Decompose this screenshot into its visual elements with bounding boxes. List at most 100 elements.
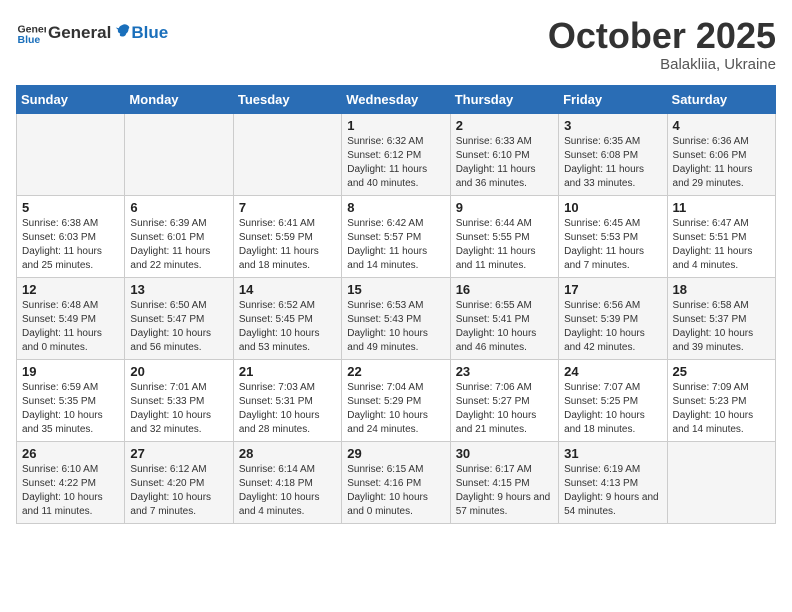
day-info-text: Sunrise: 6:53 AM Sunset: 5:43 PM Dayligh… xyxy=(347,299,444,355)
day-info-text: Sunrise: 6:33 AM Sunset: 6:10 PM Dayligh… xyxy=(456,135,553,191)
svg-text:Blue: Blue xyxy=(18,34,41,46)
day-info-text: Sunrise: 6:14 AM Sunset: 4:18 PM Dayligh… xyxy=(239,463,336,519)
day-number: 10 xyxy=(564,200,661,215)
calendar-cell: 3 Sunrise: 6:35 AM Sunset: 6:08 PM Daylig… xyxy=(559,113,667,195)
day-info-text: Sunrise: 6:42 AM Sunset: 5:57 PM Dayligh… xyxy=(347,217,444,273)
calendar-cell: 6 Sunrise: 6:39 AM Sunset: 6:01 PM Daylig… xyxy=(125,195,233,277)
calendar-cell: 18Sunrise: 6:58 AM Sunset: 5:37 PM Dayli… xyxy=(667,277,775,359)
day-info-text: Sunrise: 7:06 AM Sunset: 5:27 PM Dayligh… xyxy=(456,381,553,437)
day-number: 6 xyxy=(130,200,227,215)
day-number: 13 xyxy=(130,282,227,297)
calendar-cell: 24Sunrise: 7:07 AM Sunset: 5:25 PM Dayli… xyxy=(559,359,667,441)
day-info-text: Sunrise: 6:12 AM Sunset: 4:20 PM Dayligh… xyxy=(130,463,227,519)
day-number: 5 xyxy=(22,200,119,215)
calendar-cell: 30Sunrise: 6:17 AM Sunset: 4:15 PM Dayli… xyxy=(450,441,558,523)
calendar-cell: 2 Sunrise: 6:33 AM Sunset: 6:10 PM Daylig… xyxy=(450,113,558,195)
day-info-text: Sunrise: 6:47 AM Sunset: 5:51 PM Dayligh… xyxy=(673,217,770,273)
calendar-cell: 4 Sunrise: 6:36 AM Sunset: 6:06 PM Daylig… xyxy=(667,113,775,195)
day-info-text: Sunrise: 6:52 AM Sunset: 5:45 PM Dayligh… xyxy=(239,299,336,355)
weekday-header-row: SundayMondayTuesdayWednesdayThursdayFrid… xyxy=(17,85,776,113)
day-number: 17 xyxy=(564,282,661,297)
day-number: 9 xyxy=(456,200,553,215)
weekday-header-friday: Friday xyxy=(559,85,667,113)
day-number: 1 xyxy=(347,118,444,133)
calendar-week-row: 5Sunrise: 6:38 AM Sunset: 6:03 PM Daylig… xyxy=(17,195,776,277)
header: General Blue General Blue October 2025 B… xyxy=(16,16,776,73)
day-number: 23 xyxy=(456,364,553,379)
calendar-body: 1 Sunrise: 6:32 AM Sunset: 6:12 PM Daylig… xyxy=(17,113,776,523)
day-number: 4 xyxy=(673,118,770,133)
calendar-week-row: 12 Sunrise: 6:48 AM Sunset: 5:49 PM Dayli… xyxy=(17,277,776,359)
day-number: 26 xyxy=(22,446,119,461)
logo-general: General xyxy=(48,23,111,43)
day-number: 11 xyxy=(673,200,770,215)
day-number: 8 xyxy=(347,200,444,215)
day-info-text: Sunrise: 6:45 AM Sunset: 5:53 PM Dayligh… xyxy=(564,217,661,273)
day-info-text: Sunrise: 7:01 AM Sunset: 5:33 PM Dayligh… xyxy=(130,381,227,437)
logo-icon: General Blue xyxy=(16,16,46,46)
day-number: 3 xyxy=(564,118,661,133)
calendar-cell xyxy=(17,113,125,195)
day-number: 2 xyxy=(456,118,553,133)
calendar-cell: 10 Sunrise: 6:45 AM Sunset: 5:53 PM Dayli… xyxy=(559,195,667,277)
day-number: 15 xyxy=(347,282,444,297)
day-info-text: Sunrise: 6:35 AM Sunset: 6:08 PM Dayligh… xyxy=(564,135,661,191)
month-title-area: October 2025 Balakliia, Ukraine xyxy=(548,16,776,73)
calendar-cell: 5Sunrise: 6:38 AM Sunset: 6:03 PM Daylig… xyxy=(17,195,125,277)
calendar-cell: 14 Sunrise: 6:52 AM Sunset: 5:45 PM Dayli… xyxy=(233,277,341,359)
day-number: 24 xyxy=(564,364,661,379)
day-number: 21 xyxy=(239,364,336,379)
day-info-text: Sunrise: 6:39 AM Sunset: 6:01 PM Dayligh… xyxy=(130,217,227,273)
day-info-text: Sunrise: 6:55 AM Sunset: 5:41 PM Dayligh… xyxy=(456,299,553,355)
day-info-text: Sunrise: 6:48 AM Sunset: 5:49 PM Dayligh… xyxy=(22,299,119,355)
calendar-cell: 7Sunrise: 6:41 AM Sunset: 5:59 PM Daylig… xyxy=(233,195,341,277)
calendar-cell: 19 Sunrise: 6:59 AM Sunset: 5:35 PM Dayli… xyxy=(17,359,125,441)
calendar-cell: 15 Sunrise: 6:53 AM Sunset: 5:43 PM Dayli… xyxy=(342,277,450,359)
day-info-text: Sunrise: 6:59 AM Sunset: 5:35 PM Dayligh… xyxy=(22,381,119,437)
calendar-cell: 13 Sunrise: 6:50 AM Sunset: 5:47 PM Dayli… xyxy=(125,277,233,359)
weekday-header-saturday: Saturday xyxy=(667,85,775,113)
calendar-week-row: 1 Sunrise: 6:32 AM Sunset: 6:12 PM Daylig… xyxy=(17,113,776,195)
calendar-cell: 29Sunrise: 6:15 AM Sunset: 4:16 PM Dayli… xyxy=(342,441,450,523)
day-info-text: Sunrise: 6:50 AM Sunset: 5:47 PM Dayligh… xyxy=(130,299,227,355)
calendar-table: SundayMondayTuesdayWednesdayThursdayFrid… xyxy=(16,85,776,524)
day-info-text: Sunrise: 6:36 AM Sunset: 6:06 PM Dayligh… xyxy=(673,135,770,191)
calendar-cell: 8 Sunrise: 6:42 AM Sunset: 5:57 PM Daylig… xyxy=(342,195,450,277)
day-number: 29 xyxy=(347,446,444,461)
day-number: 18 xyxy=(673,282,770,297)
day-number: 19 xyxy=(22,364,119,379)
day-info-text: Sunrise: 6:32 AM Sunset: 6:12 PM Dayligh… xyxy=(347,135,444,191)
day-number: 28 xyxy=(239,446,336,461)
day-info-text: Sunrise: 6:44 AM Sunset: 5:55 PM Dayligh… xyxy=(456,217,553,273)
logo-blue: Blue xyxy=(131,23,168,43)
day-number: 30 xyxy=(456,446,553,461)
calendar-cell: 28 Sunrise: 6:14 AM Sunset: 4:18 PM Dayli… xyxy=(233,441,341,523)
day-number: 31 xyxy=(564,446,661,461)
location-subtitle: Balakliia, Ukraine xyxy=(548,56,776,73)
weekday-header-monday: Monday xyxy=(125,85,233,113)
calendar-week-row: 19 Sunrise: 6:59 AM Sunset: 5:35 PM Dayli… xyxy=(17,359,776,441)
day-info-text: Sunrise: 6:10 AM Sunset: 4:22 PM Dayligh… xyxy=(22,463,119,519)
calendar-cell: 11 Sunrise: 6:47 AM Sunset: 5:51 PM Dayli… xyxy=(667,195,775,277)
calendar-cell: 26 Sunrise: 6:10 AM Sunset: 4:22 PM Dayli… xyxy=(17,441,125,523)
day-info-text: Sunrise: 7:03 AM Sunset: 5:31 PM Dayligh… xyxy=(239,381,336,437)
day-info-text: Sunrise: 7:04 AM Sunset: 5:29 PM Dayligh… xyxy=(347,381,444,437)
day-info-text: Sunrise: 7:09 AM Sunset: 5:23 PM Dayligh… xyxy=(673,381,770,437)
calendar-cell xyxy=(125,113,233,195)
weekday-header-thursday: Thursday xyxy=(450,85,558,113)
calendar-cell: 17 Sunrise: 6:56 AM Sunset: 5:39 PM Dayli… xyxy=(559,277,667,359)
day-number: 22 xyxy=(347,364,444,379)
day-number: 12 xyxy=(22,282,119,297)
calendar-cell: 22 Sunrise: 7:04 AM Sunset: 5:29 PM Dayli… xyxy=(342,359,450,441)
calendar-cell: 21 Sunrise: 7:03 AM Sunset: 5:31 PM Dayli… xyxy=(233,359,341,441)
day-number: 16 xyxy=(456,282,553,297)
weekday-header-sunday: Sunday xyxy=(17,85,125,113)
day-info-text: Sunrise: 6:56 AM Sunset: 5:39 PM Dayligh… xyxy=(564,299,661,355)
month-title: October 2025 xyxy=(548,16,776,56)
day-number: 20 xyxy=(130,364,227,379)
logo: General Blue General Blue xyxy=(16,16,168,46)
day-number: 14 xyxy=(239,282,336,297)
calendar-cell: 12 Sunrise: 6:48 AM Sunset: 5:49 PM Dayli… xyxy=(17,277,125,359)
calendar-cell: 23 Sunrise: 7:06 AM Sunset: 5:27 PM Dayli… xyxy=(450,359,558,441)
calendar-cell: 9 Sunrise: 6:44 AM Sunset: 5:55 PM Daylig… xyxy=(450,195,558,277)
